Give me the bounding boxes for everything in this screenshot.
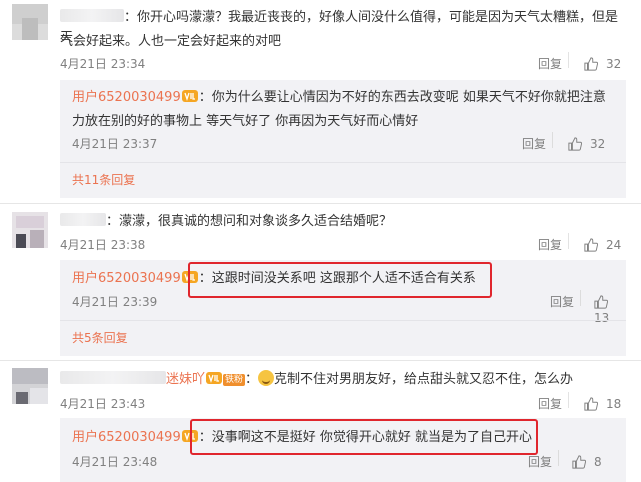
reply-time: 4月21日 23:39: [72, 295, 158, 309]
vip-badge-icon: [181, 90, 198, 102]
username-blurred[interactable]: [60, 9, 124, 22]
like-count: 24: [606, 238, 622, 252]
reply-button[interactable]: 回复: [550, 294, 574, 310]
avatar[interactable]: [12, 212, 48, 248]
thumbs-up-icon: [594, 295, 608, 309]
like-button[interactable]: 8: [572, 454, 602, 470]
username-tail[interactable]: 迷妹吖: [166, 372, 205, 387]
like-count: 13: [594, 311, 610, 325]
like-button[interactable]: 24: [584, 237, 621, 253]
highlight-box: [188, 262, 492, 298]
highlight-box: [190, 419, 538, 455]
avatar[interactable]: [12, 4, 48, 40]
reply-button[interactable]: 回复: [522, 136, 546, 152]
comment-text-line2: 气会好起来。人也一定会好起来的对吧: [60, 34, 282, 49]
more-replies-link[interactable]: 共5条回复: [72, 330, 128, 346]
reply-username[interactable]: 用户6520030499: [72, 430, 181, 445]
reply-button[interactable]: 回复: [538, 56, 562, 72]
reply-button[interactable]: 回复: [528, 454, 552, 470]
reply-username[interactable]: 用户6520030499: [72, 271, 181, 286]
like-button[interactable]: 32: [584, 56, 621, 72]
reply-text: 用户6520030499 ：你为什么要让心情因为不好的东西去改变呢 如果天气不好你…: [72, 90, 606, 105]
thumbs-up-icon: [568, 137, 582, 151]
comment-text: ：濛濛，很真诚的想问和对象谈多久适合结婚呢？: [60, 212, 630, 232]
reply-time: 4月21日 23:48: [72, 455, 158, 469]
like-count: 18: [606, 397, 622, 411]
like-button[interactable]: 32: [568, 136, 605, 152]
like-count: 8: [594, 455, 602, 469]
reply-username[interactable]: 用户6520030499: [72, 90, 181, 105]
reply-button[interactable]: 回复: [538, 396, 562, 412]
reply-text-line2: 力放在别的好的事物上 等天气好了 你再因为天气好而心情好: [72, 114, 419, 129]
more-replies-link[interactable]: 共11条回复: [72, 172, 135, 188]
comment-time: 4月21日 23:38: [60, 238, 146, 252]
comment-time: 4月21日 23:43: [60, 397, 146, 411]
username-blurred[interactable]: [60, 371, 166, 384]
like-button[interactable]: 18: [584, 396, 621, 412]
like-count: 32: [606, 57, 622, 71]
fans-badge: 铁粉: [223, 374, 246, 386]
vip-badge-icon: [206, 372, 223, 384]
reply-time: 4月21日 23:37: [72, 137, 158, 151]
divider: [0, 203, 641, 204]
like-count: 32: [590, 137, 606, 151]
comment-text: 迷妹吖 铁粉：克制不住对男朋友好，给点甜头就又忍不住，怎么办: [60, 370, 630, 390]
divider: [0, 360, 641, 361]
comment-time: 4月21日 23:34: [60, 57, 146, 71]
thumbs-up-icon: [584, 238, 598, 252]
reply-box: 用户6520030499 ：你为什么要让心情因为不好的东西去改变呢 如果天气不好你…: [60, 80, 626, 198]
like-button[interactable]: 13: [594, 294, 626, 326]
avatar[interactable]: [12, 368, 48, 404]
thumbs-up-icon: [572, 455, 586, 469]
reply-button[interactable]: 回复: [538, 237, 562, 253]
thumbs-up-icon: [584, 57, 598, 71]
thumbs-up-icon: [584, 397, 598, 411]
username-blurred[interactable]: [60, 213, 106, 226]
crying-emoji-icon: [258, 370, 275, 386]
